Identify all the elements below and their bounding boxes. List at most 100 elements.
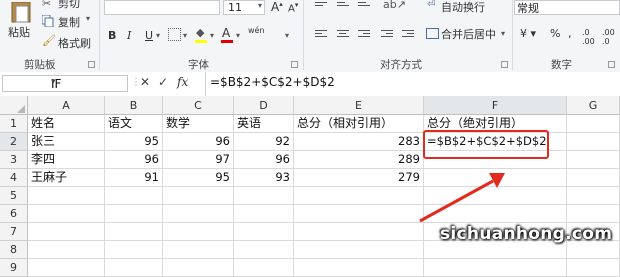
name-box[interactable]: IF ▾: [2, 75, 128, 92]
cell[interactable]: 96: [234, 151, 294, 169]
cell[interactable]: [424, 259, 567, 277]
cell[interactable]: 王麻子: [28, 169, 105, 187]
align-center-icon[interactable]: [337, 30, 349, 39]
bold-button[interactable]: B: [108, 29, 116, 42]
number-format-select[interactable]: 常规: [514, 0, 620, 15]
column-header-e[interactable]: E: [294, 96, 424, 115]
percent-icon[interactable]: %: [550, 27, 560, 40]
cell[interactable]: [567, 259, 620, 277]
paste-button[interactable]: 粘贴: [6, 2, 36, 52]
column-header-f[interactable]: F: [424, 96, 567, 115]
cell[interactable]: [234, 187, 294, 205]
cell[interactable]: 283: [294, 133, 424, 151]
cell[interactable]: 96: [163, 133, 234, 151]
wrap-text-button[interactable]: 自动换行: [441, 0, 485, 15]
grow-font-icon[interactable]: A▴: [271, 0, 283, 14]
row-header-2[interactable]: 2: [0, 133, 28, 151]
cell[interactable]: [105, 259, 163, 277]
cell[interactable]: [163, 259, 234, 277]
insert-function-icon[interactable]: fx: [177, 75, 197, 89]
cell[interactable]: [424, 169, 567, 187]
fill-color-icon[interactable]: ◆: [196, 26, 204, 39]
cell[interactable]: [234, 223, 294, 241]
row-header-6[interactable]: 6: [0, 205, 28, 223]
chevron-down-icon[interactable]: ▾: [51, 77, 124, 87]
cell[interactable]: [105, 241, 163, 259]
cell[interactable]: 289: [294, 151, 424, 169]
cell[interactable]: [28, 187, 105, 205]
cell[interactable]: [294, 241, 424, 259]
decrease-indent-icon[interactable]: [381, 30, 393, 39]
cell[interactable]: 97: [163, 151, 234, 169]
cell[interactable]: [294, 223, 424, 241]
dialog-launcher-icon[interactable]: [88, 61, 95, 68]
column-header-b[interactable]: B: [105, 96, 163, 115]
underline-button[interactable]: U: [145, 29, 153, 42]
comma-icon[interactable]: ,: [568, 27, 572, 40]
cell[interactable]: [567, 169, 620, 187]
cell[interactable]: 93: [234, 169, 294, 187]
copy-button[interactable]: 复制 ▾: [42, 14, 94, 29]
cell[interactable]: [163, 241, 234, 259]
cell[interactable]: [28, 223, 105, 241]
row-header-7[interactable]: 7: [0, 223, 28, 241]
font-color-icon[interactable]: A: [222, 26, 230, 40]
align-right-icon[interactable]: [358, 30, 370, 39]
chevron-down-icon[interactable]: ▾: [183, 31, 187, 40]
cell[interactable]: [163, 187, 234, 205]
cell[interactable]: 92: [234, 133, 294, 151]
check-icon[interactable]: ✓: [158, 75, 168, 89]
shrink-font-icon[interactable]: A▾: [288, 1, 298, 14]
font-size-select[interactable]: 11 ▾: [223, 0, 265, 15]
column-header-g[interactable]: G: [567, 96, 620, 115]
currency-icon[interactable]: ¥ ▾: [520, 27, 536, 40]
cell[interactable]: [234, 241, 294, 259]
cell[interactable]: 96: [105, 151, 163, 169]
align-middle-icon[interactable]: [337, 2, 349, 11]
cell[interactable]: [567, 187, 620, 205]
cell[interactable]: 95: [163, 169, 234, 187]
header-cell[interactable]: 数学: [163, 115, 234, 133]
chevron-down-icon[interactable]: ▾: [285, 31, 289, 40]
decrease-decimal-icon[interactable]: .00.0: [602, 28, 615, 46]
chevron-down-icon[interactable]: ▾: [236, 31, 240, 40]
increase-decimal-icon[interactable]: .0.00: [582, 28, 595, 46]
cell[interactable]: [567, 115, 620, 133]
dialog-launcher-icon[interactable]: [608, 61, 615, 68]
formula-input[interactable]: =$B$2+$C$2+$D$2: [210, 75, 335, 89]
cell[interactable]: 91: [105, 169, 163, 187]
cell[interactable]: [567, 205, 620, 223]
cell[interactable]: [163, 205, 234, 223]
header-cell[interactable]: 英语: [234, 115, 294, 133]
cell[interactable]: [105, 223, 163, 241]
increase-indent-icon[interactable]: [402, 30, 414, 39]
cell[interactable]: [294, 205, 424, 223]
row-header-9[interactable]: 9: [0, 259, 28, 277]
cell[interactable]: [424, 205, 567, 223]
cell[interactable]: [567, 151, 620, 169]
orientation-icon[interactable]: ab↗: [383, 0, 406, 11]
format-painter-button[interactable]: 🖌 格式刷: [42, 34, 96, 50]
dialog-launcher-icon[interactable]: [501, 61, 508, 68]
chevron-down-icon[interactable]: ▾: [210, 31, 214, 40]
phonetic-button[interactable]: wén: [248, 26, 265, 35]
chevron-down-icon[interactable]: ▾: [156, 31, 160, 40]
cell[interactable]: [294, 187, 424, 205]
align-bottom-icon[interactable]: [358, 2, 370, 11]
row-header-4[interactable]: 4: [0, 169, 28, 187]
cell[interactable]: [424, 187, 567, 205]
dialog-launcher-icon[interactable]: [291, 61, 298, 68]
row-header-3[interactable]: 3: [0, 151, 28, 169]
cell[interactable]: [234, 205, 294, 223]
cut-button[interactable]: ✂ 剪切: [42, 0, 92, 12]
cell[interactable]: [28, 205, 105, 223]
cell[interactable]: [163, 223, 234, 241]
row-header-5[interactable]: 5: [0, 187, 28, 205]
merge-center-button[interactable]: 合并后居中: [441, 26, 496, 42]
cell[interactable]: 李四: [28, 151, 105, 169]
column-header-d[interactable]: D: [234, 96, 294, 115]
align-top-icon[interactable]: [315, 2, 327, 11]
header-cell[interactable]: 姓名: [28, 115, 105, 133]
italic-button[interactable]: I: [127, 29, 131, 42]
column-header-a[interactable]: A: [28, 96, 105, 115]
